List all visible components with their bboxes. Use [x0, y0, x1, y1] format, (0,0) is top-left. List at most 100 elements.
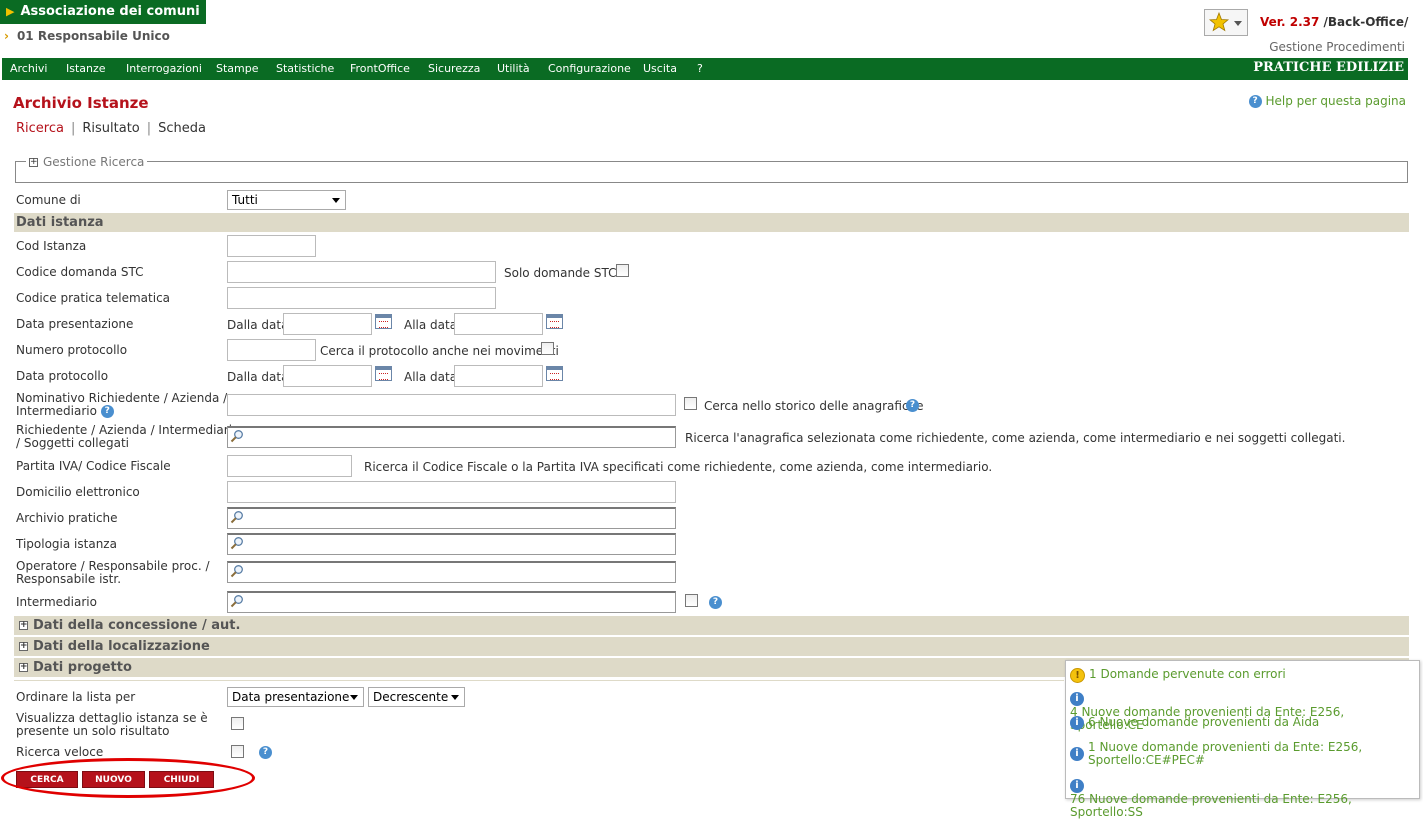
partita-iva-hint: Ricerca il Codice Fiscale o la Partita I…	[364, 460, 993, 474]
cerca-storico-checkbox[interactable]	[684, 397, 697, 410]
solo-domande-stc-checkbox[interactable]	[616, 264, 629, 277]
tab-ricerca[interactable]: Ricerca	[16, 121, 64, 136]
data-presentazione-da-input[interactable]	[283, 313, 372, 335]
notification-item[interactable]: ! 1 Domande pervenute con errori	[1070, 668, 1286, 683]
partita-iva-label: Partita IVA/ Codice Fiscale	[16, 459, 171, 473]
tipologia-istanza-label: Tipologia istanza	[16, 537, 117, 551]
tree-root[interactable]: ▶ Associazione dei comuni	[0, 0, 206, 24]
help-link-label: Help per questa pagina	[1265, 94, 1406, 108]
operatore-label-line2: Responsabile istr.	[16, 572, 122, 586]
gestione-ricerca-toggle[interactable]: + Gestione Ricerca	[26, 155, 148, 169]
info-icon: i	[1070, 692, 1084, 706]
highlight-annotation	[1, 758, 255, 798]
tab-scheda[interactable]: Scheda	[158, 121, 206, 136]
intermediario-help[interactable]: ?	[709, 595, 722, 609]
intermediario-lookup[interactable]	[227, 591, 676, 613]
ordine-select-value: Decrescente	[373, 690, 449, 704]
dalla-data-label: Dalla data	[227, 318, 289, 332]
menu-interrogazioni[interactable]: Interrogazioni	[126, 62, 202, 75]
codice-pratica-input[interactable]	[227, 287, 496, 309]
ordine-select[interactable]: Decrescente	[368, 687, 465, 707]
help-icon: ?	[259, 746, 272, 759]
notification-item[interactable]: i 1 Nuove domande provenienti da Ente: E2…	[1070, 741, 1362, 767]
expand-icon: +	[19, 641, 28, 651]
menu-help[interactable]: ?	[697, 62, 703, 75]
section-localizzazione-label: Dati della localizzazione	[33, 639, 210, 654]
ricerca-veloce-help[interactable]: ?	[259, 745, 272, 759]
data-protocollo-da-input[interactable]	[283, 365, 372, 387]
menu-utilita[interactable]: Utilità	[497, 62, 530, 75]
info-icon: i	[1070, 716, 1084, 730]
cerca-protocollo-label: Cerca il protocollo anche nei movimenti	[320, 344, 559, 358]
tab-risultato[interactable]: Risultato	[82, 121, 139, 136]
search-icon[interactable]	[230, 429, 244, 443]
calendar-icon[interactable]	[375, 314, 392, 329]
chevron-right-icon: ▶	[6, 5, 15, 18]
tab-bar: Ricerca | Risultato | Scheda	[16, 121, 206, 136]
menu-sicurezza[interactable]: Sicurezza	[428, 62, 480, 75]
menu-stampe[interactable]: Stampe	[216, 62, 259, 75]
ordinare-select-value: Data presentazione	[232, 690, 350, 704]
search-icon[interactable]	[230, 536, 244, 550]
section-dati-istanza: Dati istanza	[14, 213, 1409, 232]
dropdown-arrow-icon	[1234, 21, 1242, 26]
cod-istanza-input[interactable]	[227, 235, 316, 257]
chevron-down-icon	[332, 198, 340, 203]
search-icon[interactable]	[230, 510, 244, 524]
richiedente-lookup[interactable]	[227, 426, 676, 448]
menu-archivi[interactable]: Archivi	[10, 62, 47, 75]
help-link[interactable]: ? Help per questa pagina	[1248, 94, 1406, 108]
alla-data-label: Alla data	[404, 318, 458, 332]
favorites-button[interactable]	[1204, 9, 1248, 36]
calendar-icon[interactable]	[375, 366, 392, 381]
nominativo-input[interactable]	[227, 394, 676, 416]
help-icon[interactable]: ?	[100, 405, 114, 418]
data-protocollo-a-input[interactable]	[454, 365, 543, 387]
ordinare-select[interactable]: Data presentazione	[227, 687, 364, 707]
expand-icon: +	[29, 157, 38, 167]
codice-domanda-stc-input[interactable]	[227, 261, 496, 283]
notification-text: 6 Nuove domande provenienti da Aida	[1088, 715, 1320, 729]
menu-uscita[interactable]: Uscita	[643, 62, 677, 75]
ricerca-veloce-checkbox[interactable]	[231, 745, 244, 758]
operatore-lookup[interactable]	[227, 561, 676, 583]
domicilio-input[interactable]	[227, 481, 676, 503]
tipologia-istanza-lookup[interactable]	[227, 533, 676, 555]
numero-protocollo-input[interactable]	[227, 339, 316, 361]
search-icon[interactable]	[230, 564, 244, 578]
chevron-down-icon	[350, 695, 358, 700]
data-protocollo-label: Data protocollo	[16, 369, 109, 383]
visualizza-dettaglio-checkbox[interactable]	[231, 717, 244, 730]
richiedente-hint: Ricerca l'anagrafica selezionata come ri…	[685, 431, 1346, 445]
partita-iva-input[interactable]	[227, 455, 352, 477]
tree-child[interactable]: › 01 Responsabile Unico	[4, 29, 170, 43]
dalla-data-label: Dalla data	[227, 370, 289, 384]
calendar-icon[interactable]	[546, 314, 563, 329]
menu-istanze[interactable]: Istanze	[66, 62, 106, 75]
section-concessione[interactable]: + Dati della concessione / aut.	[14, 616, 1409, 635]
calendar-icon[interactable]	[546, 366, 563, 381]
alla-data-label: Alla data	[404, 370, 458, 384]
comune-select[interactable]: Tutti	[227, 190, 346, 210]
help-icon: ?	[709, 596, 722, 609]
menu-statistiche[interactable]: Statistiche	[276, 62, 334, 75]
intermediario-checkbox[interactable]	[685, 594, 698, 607]
menu-configurazione[interactable]: Configurazione	[548, 62, 631, 75]
search-icon[interactable]	[230, 594, 244, 608]
gestione-ricerca-fieldset	[15, 161, 1408, 183]
tree-root-label: Associazione dei comuni	[20, 4, 200, 19]
archivio-pratiche-lookup[interactable]	[227, 507, 676, 529]
archivio-pratiche-label: Archivio pratiche	[16, 511, 118, 525]
notification-item[interactable]: i76 Nuove domande provenienti da Ente: E…	[1070, 779, 1419, 819]
cod-istanza-label: Cod Istanza	[16, 239, 87, 253]
cerca-protocollo-checkbox[interactable]	[541, 342, 554, 355]
section-progetto-label: Dati progetto	[33, 660, 132, 675]
section-localizzazione[interactable]: + Dati della localizzazione	[14, 637, 1409, 656]
menu-frontoffice[interactable]: FrontOffice	[350, 62, 410, 75]
richiedente-label-line1: Richiedente / Azienda / Intermediario	[16, 423, 240, 437]
ricerca-veloce-label: Ricerca veloce	[16, 745, 104, 759]
notification-item[interactable]: i 6 Nuove domande provenienti da Aida	[1070, 716, 1319, 730]
cerca-storico-help[interactable]: ?	[906, 398, 919, 412]
data-presentazione-a-input[interactable]	[454, 313, 543, 335]
info-icon: i	[1070, 779, 1084, 793]
